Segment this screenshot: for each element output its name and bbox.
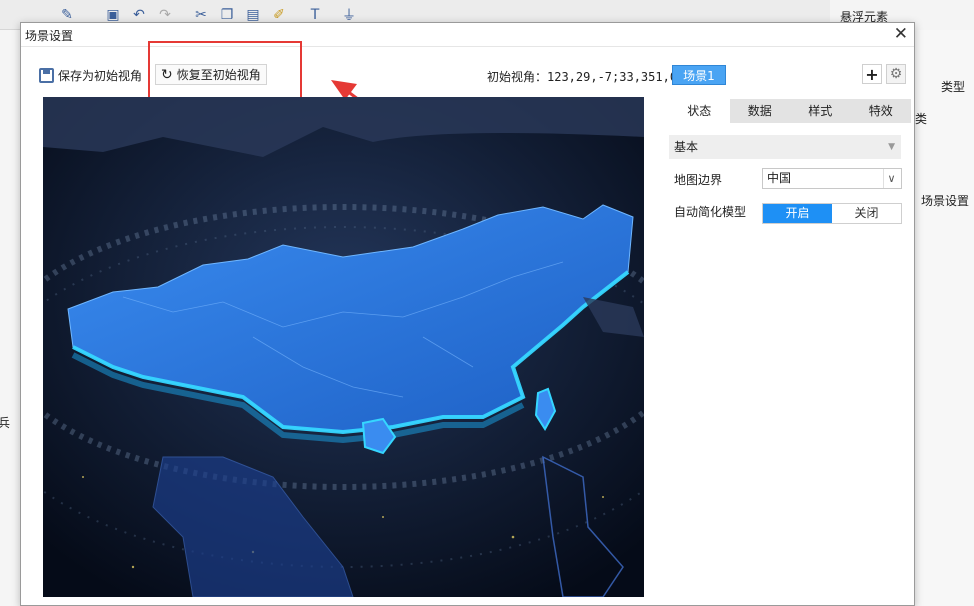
initial-view-readout: 初始视角：123,29,-7;33,351,0 [487,70,678,84]
map-border-select[interactable]: 中国 ∨ [762,168,902,189]
map-preview[interactable] [43,97,644,597]
add-icon[interactable]: + [862,64,882,84]
chevron-down-icon: ∨ [883,169,899,188]
tab-style[interactable]: 样式 [790,99,851,123]
tab-status[interactable]: 状态 [669,99,730,123]
dialog-title: 场景设置 [25,29,74,43]
simplify-off-button[interactable]: 关闭 [832,204,901,223]
close-icon[interactable]: ✕ [894,24,908,44]
scene-settings-dialog: 场景设置 ✕ 保存为初始视角 ↻ 恢复至初始视角 初始视角：123,29,-7;… [20,22,915,606]
type-label: 类型 [941,80,966,94]
map-border-value: 中国 [767,171,792,185]
tab-effects[interactable]: 特效 [851,99,912,123]
highlight-box [148,41,302,101]
auto-simplify-toggle: 开启 关闭 [762,203,902,224]
save-initial-view-label: 保存为初始视角 [58,68,143,83]
right-sidebar: 类型 类 场景设置 [910,30,974,606]
floppy-icon [39,67,54,83]
auto-simplify-label: 自动简化模型 [674,205,747,219]
collapse-icon: ▼ [888,142,895,152]
basic-section-header[interactable]: 基本 ▼ [669,135,901,159]
scene-tab[interactable]: 场景1 [672,65,726,85]
scene-settings-label[interactable]: 场景设置 [921,192,969,209]
gear-icon[interactable]: ⚙ [886,64,906,84]
basic-section-label: 基本 [674,140,699,154]
map-border-label: 地图边界 [674,173,723,187]
simplify-on-button[interactable]: 开启 [763,204,832,223]
china-3d-map-image [43,97,644,597]
left-label: 兵 [0,416,11,430]
left-sidebar: 兵 [0,30,22,606]
tab-data[interactable]: 数据 [730,99,791,123]
category-label: 类 [915,112,928,126]
save-initial-view-button[interactable]: 保存为初始视角 [39,65,142,85]
property-tabs: 状态 数据 样式 特效 [669,99,911,123]
